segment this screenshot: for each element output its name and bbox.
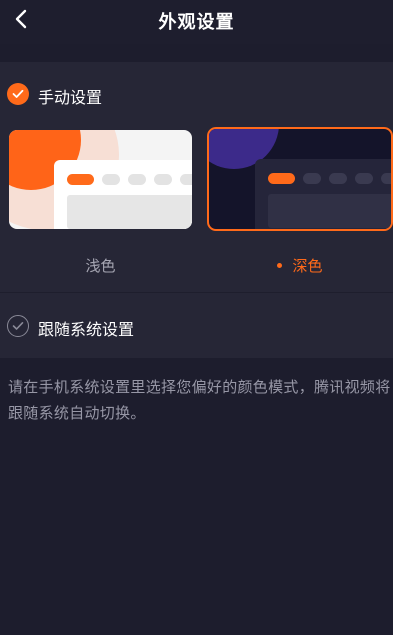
light-preview-tab [154, 174, 172, 185]
light-preview-tab [102, 174, 120, 185]
top-bar: 外观设置 [0, 0, 393, 44]
light-preview-content [67, 195, 192, 229]
manual-setting-label: 手动设置 [38, 88, 103, 107]
selected-dot-icon [277, 262, 283, 268]
dark-preview-tab [303, 173, 321, 184]
dark-theme-label[interactable]: 深色 [207, 255, 393, 276]
unchecked-circle-icon[interactable] [7, 315, 29, 337]
light-preview-tab [180, 174, 192, 185]
light-preview-window [54, 160, 192, 229]
dark-theme-label-text: 深色 [292, 257, 323, 275]
light-preview-active-tab [67, 174, 94, 185]
light-theme-card[interactable] [9, 130, 192, 229]
follow-system-description: 请在手机系统设置里选择您偏好的颜色模式，腾讯视频将跟随系统自动切换。 [8, 378, 391, 422]
dark-preview-active-tab [268, 173, 295, 184]
dark-theme-card[interactable] [207, 127, 393, 231]
dark-preview-tab [355, 173, 373, 184]
dark-preview-content [268, 194, 391, 228]
light-preview-tab [128, 174, 146, 185]
dark-preview-tab [381, 173, 391, 184]
checked-circle-icon[interactable] [7, 83, 29, 105]
dark-preview-window [255, 159, 391, 229]
page-title: 外观设置 [158, 12, 235, 33]
follow-system-label: 跟随系统设置 [38, 320, 135, 339]
appearance-settings-page: 外观设置 手动设置 浅色 深色 跟随系统设置 请在手机系统设置里选择您偏好的颜色… [0, 0, 393, 635]
light-theme-label-text: 浅色 [85, 257, 116, 275]
dark-preview-tab [329, 173, 347, 184]
light-theme-label[interactable]: 浅色 [9, 255, 192, 276]
